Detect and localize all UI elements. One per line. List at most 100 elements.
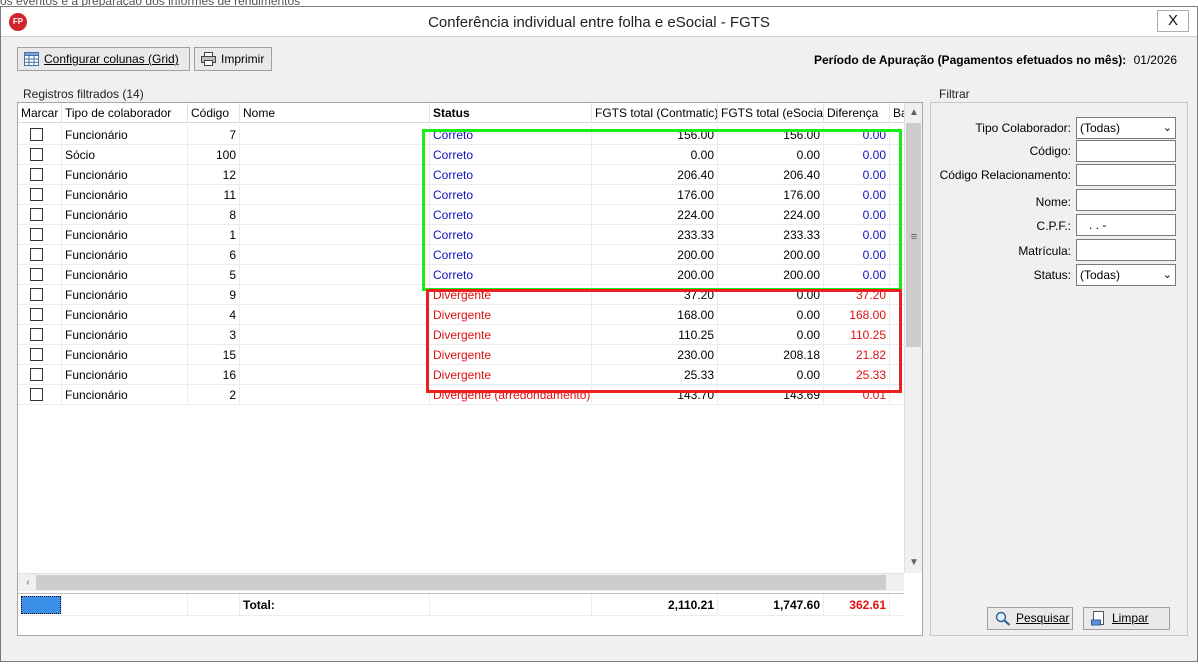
table-row[interactable]: Funcionário 9 Divergente 37.20 0.00 37.20: [18, 285, 904, 305]
diferenca-cell: 25.33: [824, 365, 890, 385]
table-row[interactable]: Funcionário 2 Divergente (arredondamento) 1…: [18, 385, 904, 405]
col-header-tipo[interactable]: Tipo de colaborador: [62, 103, 188, 123]
table-row[interactable]: Funcionário 1 Correto 233.33 233.33 0.00: [18, 225, 904, 245]
status-cell: Divergente: [430, 325, 592, 345]
total-select-cell[interactable]: [18, 594, 62, 616]
table-row[interactable]: Funcionário 8 Correto 224.00 224.00 0.00: [18, 205, 904, 225]
tipo-cell: Funcionário: [62, 225, 188, 245]
diferenca-cell: 0.00: [824, 185, 890, 205]
table-row[interactable]: Sócio 100 Correto 0.00 0.00 0.00: [18, 145, 904, 165]
filter-panel: Filtrar Tipo Colaborador: (Todas) ⌄ Códi…: [930, 87, 1188, 636]
clear-button[interactable]: Limpar: [1083, 607, 1170, 630]
marcar-cell: [18, 305, 62, 325]
fgts-contmatic-cell: 110.25: [592, 325, 718, 345]
col-header-nome[interactable]: Nome: [240, 103, 430, 123]
table-row[interactable]: Funcionário 6 Correto 200.00 200.00 0.00: [18, 245, 904, 265]
tipo-colaborador-select[interactable]: (Todas) ⌄: [1076, 117, 1176, 139]
table-row[interactable]: Funcionário 16 Divergente 25.33 0.00 25.33: [18, 365, 904, 385]
codigo-cell: 7: [188, 125, 240, 145]
fgts-contmatic-cell: 224.00: [592, 205, 718, 225]
row-checkbox[interactable]: [30, 388, 43, 401]
total-row: Total: 2,110.21 1,747.60 362.61: [18, 593, 904, 616]
ba-cell: [890, 245, 904, 265]
status-cell: Correto: [430, 265, 592, 285]
col-header-marcar[interactable]: Marcar: [18, 103, 62, 123]
table-row[interactable]: Funcionário 12 Correto 206.40 206.40 0.00: [18, 165, 904, 185]
ba-cell: [890, 285, 904, 305]
horizontal-scroll-thumb[interactable]: [36, 575, 886, 590]
cpf-input[interactable]: . . -: [1076, 214, 1176, 236]
row-checkbox[interactable]: [30, 128, 43, 141]
codigo-input[interactable]: [1076, 140, 1176, 162]
table-row[interactable]: Funcionário 7 Correto 156.00 156.00 0.00: [18, 125, 904, 145]
col-header-diferenca[interactable]: Diferença: [824, 103, 890, 123]
table-row[interactable]: Funcionário 15 Divergente 230.00 208.18 21.82: [18, 345, 904, 365]
nome-cell: [240, 385, 430, 405]
codigo-cell: 6: [188, 245, 240, 265]
marcar-cell: [18, 205, 62, 225]
total-diferenca: 362.61: [824, 594, 890, 616]
search-button[interactable]: Pesquisar: [987, 607, 1073, 630]
row-checkbox[interactable]: [30, 208, 43, 221]
fgts-esocial-cell: 0.00: [718, 305, 824, 325]
status-cell: Correto: [430, 185, 592, 205]
row-checkbox[interactable]: [30, 368, 43, 381]
status-cell: Divergente: [430, 365, 592, 385]
scroll-left-icon[interactable]: ‹: [20, 575, 36, 591]
print-label: Imprimir: [221, 52, 265, 66]
col-header-fgts-esocial[interactable]: FGTS total (eSocial): [718, 103, 824, 123]
diferenca-cell: 0.00: [824, 205, 890, 225]
configure-columns-button[interactable]: Configurar colunas (Grid): [17, 47, 190, 71]
horizontal-scrollbar[interactable]: ‹: [18, 573, 904, 591]
col-header-ba[interactable]: Ba: [890, 103, 904, 123]
diferenca-cell: 21.82: [824, 345, 890, 365]
diferenca-cell: 168.00: [824, 305, 890, 325]
nome-input[interactable]: [1076, 189, 1176, 211]
diferenca-cell: 0.01: [824, 385, 890, 405]
codigo-cell: 1: [188, 225, 240, 245]
table-row[interactable]: Funcionário 5 Correto 200.00 200.00 0.00: [18, 265, 904, 285]
row-checkbox[interactable]: [30, 288, 43, 301]
fgts-esocial-cell: 176.00: [718, 185, 824, 205]
row-checkbox[interactable]: [30, 268, 43, 281]
ba-cell: [890, 345, 904, 365]
row-checkbox[interactable]: [30, 248, 43, 261]
scroll-up-icon[interactable]: ▲: [906, 105, 922, 121]
table-row[interactable]: Funcionário 11 Correto 176.00 176.00 0.00: [18, 185, 904, 205]
ba-cell: [890, 325, 904, 345]
codigo-relacionamento-input[interactable]: [1076, 164, 1176, 186]
marcar-cell: [18, 345, 62, 365]
codigo-cell: 12: [188, 165, 240, 185]
fgts-esocial-cell: 208.18: [718, 345, 824, 365]
row-checkbox[interactable]: [30, 348, 43, 361]
matricula-input[interactable]: [1076, 239, 1176, 261]
total-empty-2: [188, 594, 240, 616]
codigo-cell: 8: [188, 205, 240, 225]
row-checkbox[interactable]: [30, 168, 43, 181]
tipo-cell: Funcionário: [62, 245, 188, 265]
col-header-fgts-contmatic[interactable]: FGTS total (Contmatic): [592, 103, 718, 123]
vertical-scrollbar[interactable]: ▲ ≡ ▼: [904, 103, 922, 573]
row-checkbox[interactable]: [30, 328, 43, 341]
clear-label: Limpar: [1112, 611, 1149, 625]
nome-cell: [240, 125, 430, 145]
status-cell: Divergente (arredondamento): [430, 385, 592, 405]
fgts-contmatic-cell: 230.00: [592, 345, 718, 365]
table-row[interactable]: Funcionário 3 Divergente 110.25 0.00 110.25: [18, 325, 904, 345]
diferenca-cell: 0.00: [824, 165, 890, 185]
close-button[interactable]: X: [1157, 10, 1189, 32]
grid-icon: [24, 52, 39, 66]
row-checkbox[interactable]: [30, 308, 43, 321]
row-checkbox[interactable]: [30, 188, 43, 201]
marcar-cell: [18, 165, 62, 185]
status-select[interactable]: (Todas) ⌄: [1076, 264, 1176, 286]
print-button[interactable]: Imprimir: [194, 47, 272, 71]
ba-cell: [890, 365, 904, 385]
row-checkbox[interactable]: [30, 148, 43, 161]
scroll-down-icon[interactable]: ▼: [906, 555, 922, 571]
row-checkbox[interactable]: [30, 228, 43, 241]
col-header-status[interactable]: Status: [430, 103, 592, 123]
window-title: Conferência individual entre folha e eSo…: [428, 14, 770, 31]
col-header-codigo[interactable]: Código: [188, 103, 240, 123]
table-row[interactable]: Funcionário 4 Divergente 168.00 0.00 168.00: [18, 305, 904, 325]
